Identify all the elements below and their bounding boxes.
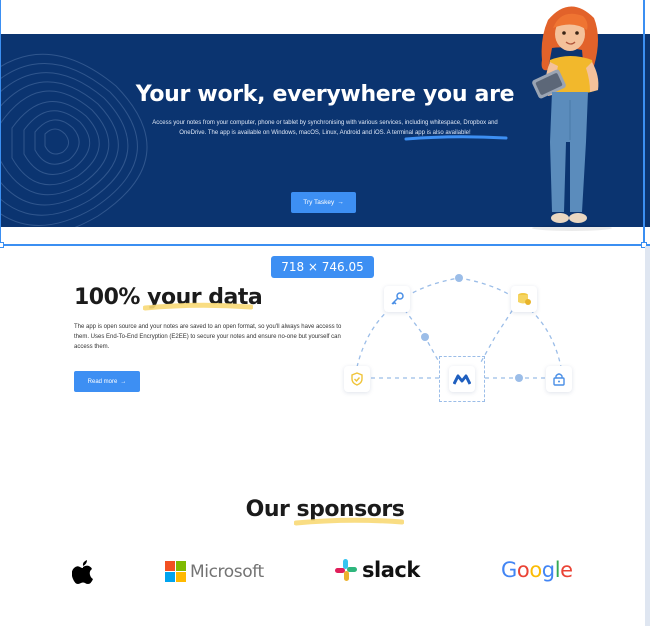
- google-letter-6: e: [560, 558, 573, 582]
- google-letter-4: g: [541, 558, 555, 582]
- app-node: [439, 356, 485, 402]
- data-title-underline: [143, 302, 253, 311]
- microsoft-wordmark: Microsoft: [190, 561, 264, 582]
- database-node: [511, 286, 537, 312]
- character-illustration: [532, 6, 612, 231]
- selection-left-edge: [0, 0, 1, 246]
- apple-icon: [72, 560, 93, 584]
- hero-description: Access your notes from your computer, ph…: [152, 120, 498, 136]
- hero-title-highlight: you are: [422, 82, 515, 107]
- lock-node: [546, 366, 572, 392]
- shield-check-icon: [351, 372, 363, 386]
- google-logo[interactable]: Google: [501, 558, 573, 582]
- database-icon: [518, 293, 531, 305]
- shield-node: [344, 366, 370, 392]
- try-taskey-button[interactable]: Try Taskey →: [291, 192, 356, 213]
- data-section-description: The app is open source and your notes ar…: [74, 324, 342, 350]
- sponsors-title-text: Our: [245, 497, 297, 522]
- read-more-button[interactable]: Read more →: [74, 371, 140, 392]
- key-icon: [391, 292, 404, 305]
- apple-logo[interactable]: [72, 559, 94, 584]
- resize-handle-left[interactable]: [0, 242, 4, 248]
- data-title-text: 100%: [74, 285, 148, 310]
- microsoft-icon: [165, 561, 186, 582]
- canvas-edge: [645, 246, 650, 626]
- google-letter-2: o: [516, 558, 530, 582]
- google-letter-1: G: [501, 558, 517, 582]
- slack-icon: [335, 559, 357, 581]
- google-wordmark: Google: [501, 558, 573, 582]
- selection-top-edge: [0, 244, 650, 246]
- app-logo-icon: [453, 374, 471, 385]
- arrow-right-icon: →: [337, 199, 344, 206]
- sponsors-title-underline: [294, 517, 404, 526]
- app-logo-tile: [449, 366, 475, 392]
- selection-right-edge: [643, 0, 645, 246]
- microsoft-logo[interactable]: Microsoft: [165, 561, 264, 582]
- lock-icon: [553, 373, 565, 386]
- read-more-label: Read more: [87, 378, 118, 385]
- google-letter-3: o: [529, 558, 542, 582]
- try-taskey-label: Try Taskey: [303, 199, 335, 206]
- slack-logo[interactable]: slack: [334, 558, 420, 582]
- hero-title-text: Your work, everywhere: [135, 82, 423, 107]
- slack-wordmark: slack: [362, 558, 420, 582]
- arrow-right-icon: →: [120, 378, 127, 385]
- key-node: [384, 286, 410, 312]
- landing-page: Your work, everywhere you are Access you…: [0, 0, 650, 626]
